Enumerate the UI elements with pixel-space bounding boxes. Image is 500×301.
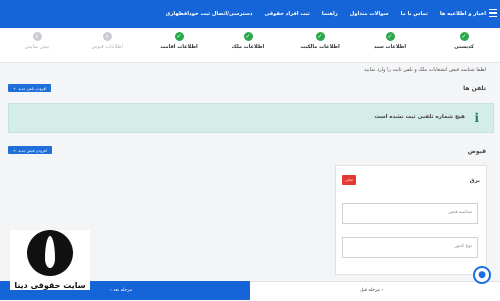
add-phone-button[interactable]: + افزودن تلفن جدید: [8, 84, 52, 92]
top-navbar: اخبار و اطلاعیه ها تماس با ما سوالات متد…: [0, 0, 500, 28]
step-label: اطلاعات قبوض: [91, 44, 123, 50]
no-phone-alert: i هیچ شماره تلفنی ثبت نشده است: [8, 103, 494, 133]
nav-item-faq[interactable]: سوالات متداول: [350, 11, 389, 17]
check-icon: ✓: [385, 32, 395, 41]
step-label: پیش نمایش: [24, 44, 50, 50]
prev-step-label: مرحله قبل: [360, 288, 380, 293]
step-label: اطلاعات اقامت: [160, 44, 198, 50]
site-logo: سایت حقوقی دینا: [10, 230, 90, 290]
bill-id-placeholder: شناسه قبض: [448, 210, 472, 215]
nav-item-contact[interactable]: تماس با ما: [401, 11, 428, 17]
step-ownership-info[interactable]: ✓ اطلاعات مالکیت: [290, 32, 350, 50]
step-property-info[interactable]: ✓ اطلاعات ملک: [218, 32, 278, 50]
add-bill-button[interactable]: + افزودن قبض جدید: [8, 146, 52, 154]
location-pin-icon[interactable]: ●: [473, 266, 491, 284]
main-nav: اخبار و اطلاعیه ها تماس با ما سوالات متد…: [166, 0, 486, 28]
step-number: ۶: [102, 32, 112, 41]
hamburger-menu-icon[interactable]: [489, 9, 497, 19]
step-label: کدپستی: [454, 44, 474, 50]
next-step-button[interactable]: ‹ مرحله بعد: [110, 288, 132, 293]
info-icon: i: [474, 111, 479, 125]
chevron-right-icon: ›: [379, 288, 384, 293]
step-number: ۷: [32, 32, 42, 41]
check-icon: ✓: [243, 32, 253, 41]
step-residence-info[interactable]: ✓ اطلاعات اقامت: [149, 32, 209, 50]
phones-section-title: تلفن ها: [463, 85, 486, 92]
nav-item-guide[interactable]: راهنما: [322, 11, 338, 17]
progress-stepper: ✓ کدپستی ✓ اطلاعات سند ✓ اطلاعات مالکیت …: [0, 28, 500, 63]
nav-item-access[interactable]: دسترسی/اتصال ثبت خودافظهاری: [166, 11, 253, 17]
step-label: اطلاعات سند: [373, 44, 407, 50]
alert-message: هیچ شماره تلفنی ثبت نشده است: [374, 114, 465, 120]
step-bills-info[interactable]: ۶ اطلاعات قبوض: [77, 32, 137, 50]
bills-section-title: قبوض: [467, 148, 486, 155]
nav-item-news[interactable]: اخبار و اطلاعیه ها: [440, 11, 486, 17]
step-label: اطلاعات مالکیت: [300, 44, 340, 50]
step-label: اطلاعات ملک: [231, 44, 265, 50]
next-step-label: مرحله بعد: [113, 288, 133, 293]
check-icon: ✓: [174, 32, 184, 41]
step-document-info[interactable]: ✓ اطلاعات سند: [360, 32, 420, 50]
logo-text: سایت حقوقی دینا: [14, 281, 86, 290]
check-icon: ✓: [459, 32, 469, 41]
step-preview[interactable]: ۷ پیش نمایش: [7, 32, 67, 50]
plus-icon: +: [13, 85, 17, 91]
add-phone-label: افزودن تلفن جدید: [18, 85, 47, 91]
step-postal-code[interactable]: ✓ کدپستی: [434, 32, 494, 50]
add-bill-label: افزودن قبض جدید: [18, 147, 47, 153]
meter-type-placeholder: نوع کنتور: [454, 244, 472, 249]
help-text: لطفا شناسه قبض انشعابات ملک و تلفن ثابت …: [364, 67, 486, 73]
check-icon: ✓: [315, 32, 325, 41]
prev-step-button[interactable]: مرحله قبل ›: [360, 288, 383, 293]
bill-id-field[interactable]: شناسه قبض: [342, 203, 478, 224]
bill-card-electricity: حذف برق شناسه قبض نوع کنتور: [335, 165, 487, 275]
nav-item-legal-registration[interactable]: ثبت افراد حقوقی: [264, 11, 309, 17]
meter-type-field[interactable]: نوع کنتور: [342, 237, 478, 258]
plus-icon: +: [13, 147, 17, 153]
bill-card-title: برق: [469, 178, 480, 184]
delete-bill-button[interactable]: حذف: [342, 175, 357, 185]
